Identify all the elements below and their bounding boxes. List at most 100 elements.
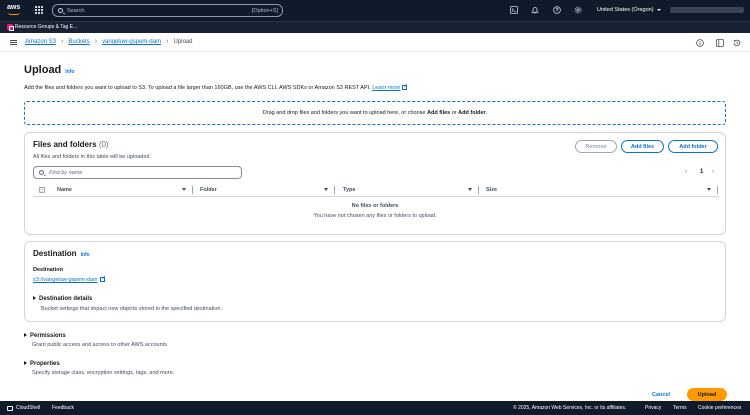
feedback-link[interactable]: Feedback [52, 405, 74, 411]
services-grid-icon[interactable] [35, 6, 43, 14]
find-by-name-input[interactable]: Find by name [33, 166, 242, 179]
destination-panel: Destination Info Destination s3://vangelu… [24, 241, 726, 322]
empty-state-title: No files or folders [351, 203, 399, 209]
permissions-toggle[interactable]: Permissions [24, 333, 66, 339]
caret-right-icon [24, 333, 27, 337]
resource-groups-icon [7, 24, 14, 31]
favorites-bar: Resource Groups & Tag E... [0, 21, 750, 33]
history-icon[interactable] [733, 39, 741, 47]
bell-icon[interactable] [531, 6, 539, 14]
cloudshell-label: CloudShell [16, 405, 41, 411]
page-title: Upload Info [24, 64, 74, 76]
page-title-text: Upload [24, 64, 62, 76]
permissions-title: Permissions [30, 333, 66, 339]
sort-icon[interactable] [468, 188, 472, 191]
info-panel-icon[interactable] [696, 39, 704, 47]
files-panel-description: All files and folders in this table will… [33, 154, 152, 160]
next-page-icon[interactable]: › [712, 169, 714, 175]
breadcrumb: Amazon S3 › Buckets › vangeluw-gspem-dam… [25, 38, 193, 45]
destination-label: Destination [33, 267, 63, 273]
sort-icon[interactable] [324, 188, 328, 191]
gear-icon[interactable] [574, 6, 582, 14]
menu-icon[interactable] [10, 40, 17, 45]
destination-info-link[interactable]: Info [81, 252, 90, 258]
upload-button[interactable]: Upload [687, 388, 727, 401]
breadcrumb-buckets[interactable]: Buckets [68, 39, 89, 45]
description-text: Add the files and folders you want to up… [24, 85, 371, 91]
current-page[interactable]: 1 [700, 169, 703, 175]
caret-right-icon [24, 361, 27, 365]
split-panel-icon[interactable] [716, 39, 724, 47]
search-icon [58, 8, 63, 13]
files-table-header: Name Folder Type Size [33, 185, 719, 197]
destination-details-toggle[interactable]: Destination details [33, 296, 92, 302]
sort-icon[interactable] [182, 188, 186, 191]
remove-button[interactable]: Remove [575, 140, 617, 153]
external-link-icon [402, 85, 408, 90]
destination-details-description: Bucket settings that impact new objects … [41, 306, 222, 312]
destination-title: Destination Info [33, 249, 90, 258]
files-title-text: Files and folders [33, 140, 97, 149]
add-files-button[interactable]: Add files [621, 140, 664, 153]
dropzone-add-folder: Add folder [458, 110, 486, 116]
copyright: © 2025, Amazon Web Services, Inc. or its… [513, 405, 627, 411]
search-input[interactable]: Search [Option+S] [52, 4, 283, 17]
dropzone-suffix: . [485, 110, 488, 116]
chevron-right-icon: › [61, 38, 64, 45]
help-icon[interactable] [553, 6, 561, 14]
dropzone-text: Drag and drop files and folders you want… [262, 110, 426, 116]
page-description: Add the files and folders you want to up… [24, 85, 408, 91]
search-icon [39, 170, 44, 175]
empty-state-description: You have not chosen any files or folders… [313, 213, 437, 219]
aws-logo-text: aws [7, 4, 21, 11]
permissions-description: Grant public access and access to other … [32, 342, 169, 348]
cloudshell-icon[interactable] [510, 6, 518, 14]
caret-right-icon [33, 296, 36, 300]
terms-link[interactable]: Terms [673, 405, 687, 411]
properties-toggle[interactable]: Properties [24, 361, 60, 367]
destination-title-text: Destination [33, 249, 77, 258]
find-placeholder: Find by name [49, 170, 83, 176]
privacy-link[interactable]: Privacy [645, 405, 661, 411]
aws-logo[interactable]: aws [7, 4, 23, 16]
account-menu[interactable] [670, 7, 744, 13]
files-count: (0) [98, 140, 109, 149]
cloudshell-icon [7, 405, 13, 411]
properties-description: Specify storage class, encryption settin… [32, 370, 175, 376]
learn-more-link[interactable]: Learn more [372, 85, 400, 91]
files-and-folders-panel: Files and folders (0) All files and fold… [24, 132, 726, 235]
chevron-right-icon: › [94, 38, 98, 45]
info-link[interactable]: Info [65, 69, 74, 75]
breadcrumb-current: Upload [173, 39, 193, 45]
footer: CloudShell Feedback © 2025, Amazon Web S… [0, 401, 750, 415]
cloudshell-button[interactable]: CloudShell [7, 405, 40, 411]
favorite-resource-groups[interactable]: Resource Groups & Tag E... [7, 24, 77, 31]
dropzone-or: or [451, 110, 457, 116]
breadcrumb-bar: Amazon S3 › Buckets › vangeluw-gspem-dam… [0, 33, 750, 52]
column-name[interactable]: Name [57, 187, 72, 193]
main-content: Upload Info Add the files and folders you… [0, 52, 750, 401]
select-all-checkbox[interactable] [39, 187, 45, 193]
region-selector[interactable]: United States (Oregon) [597, 7, 661, 13]
column-size[interactable]: Size [486, 187, 497, 193]
sort-icon[interactable] [707, 188, 711, 191]
prev-page-icon[interactable]: ‹ [685, 169, 687, 175]
add-folder-button[interactable]: Add folder [668, 140, 718, 153]
search-placeholder: Search [67, 8, 85, 14]
top-navigation: aws Search [Option+S] United States (Ore… [0, 0, 750, 21]
chevron-right-icon: › [166, 38, 169, 45]
column-folder[interactable]: Folder [200, 187, 217, 193]
cancel-button[interactable]: Cancel [652, 392, 670, 398]
dropzone-add-files: Add files [426, 110, 451, 116]
column-type[interactable]: Type [343, 187, 355, 193]
destination-link-row: s3://vangeluw-gspem-dam [33, 277, 105, 283]
destination-details-title: Destination details [39, 296, 93, 302]
properties-title: Properties [30, 361, 60, 367]
breadcrumb-bucket[interactable]: vangeluw-gspem-dam [102, 39, 161, 45]
file-dropzone[interactable]: Drag and drop files and folders you want… [24, 101, 726, 125]
search-shortcut: [Option+S] [251, 8, 278, 14]
breadcrumb-amazon-s3[interactable]: Amazon S3 [25, 39, 56, 45]
cookie-preferences-link[interactable]: Cookie preferences [698, 405, 741, 411]
external-link-icon [99, 277, 105, 282]
destination-link[interactable]: s3://vangeluw-gspem-dam [33, 277, 98, 283]
